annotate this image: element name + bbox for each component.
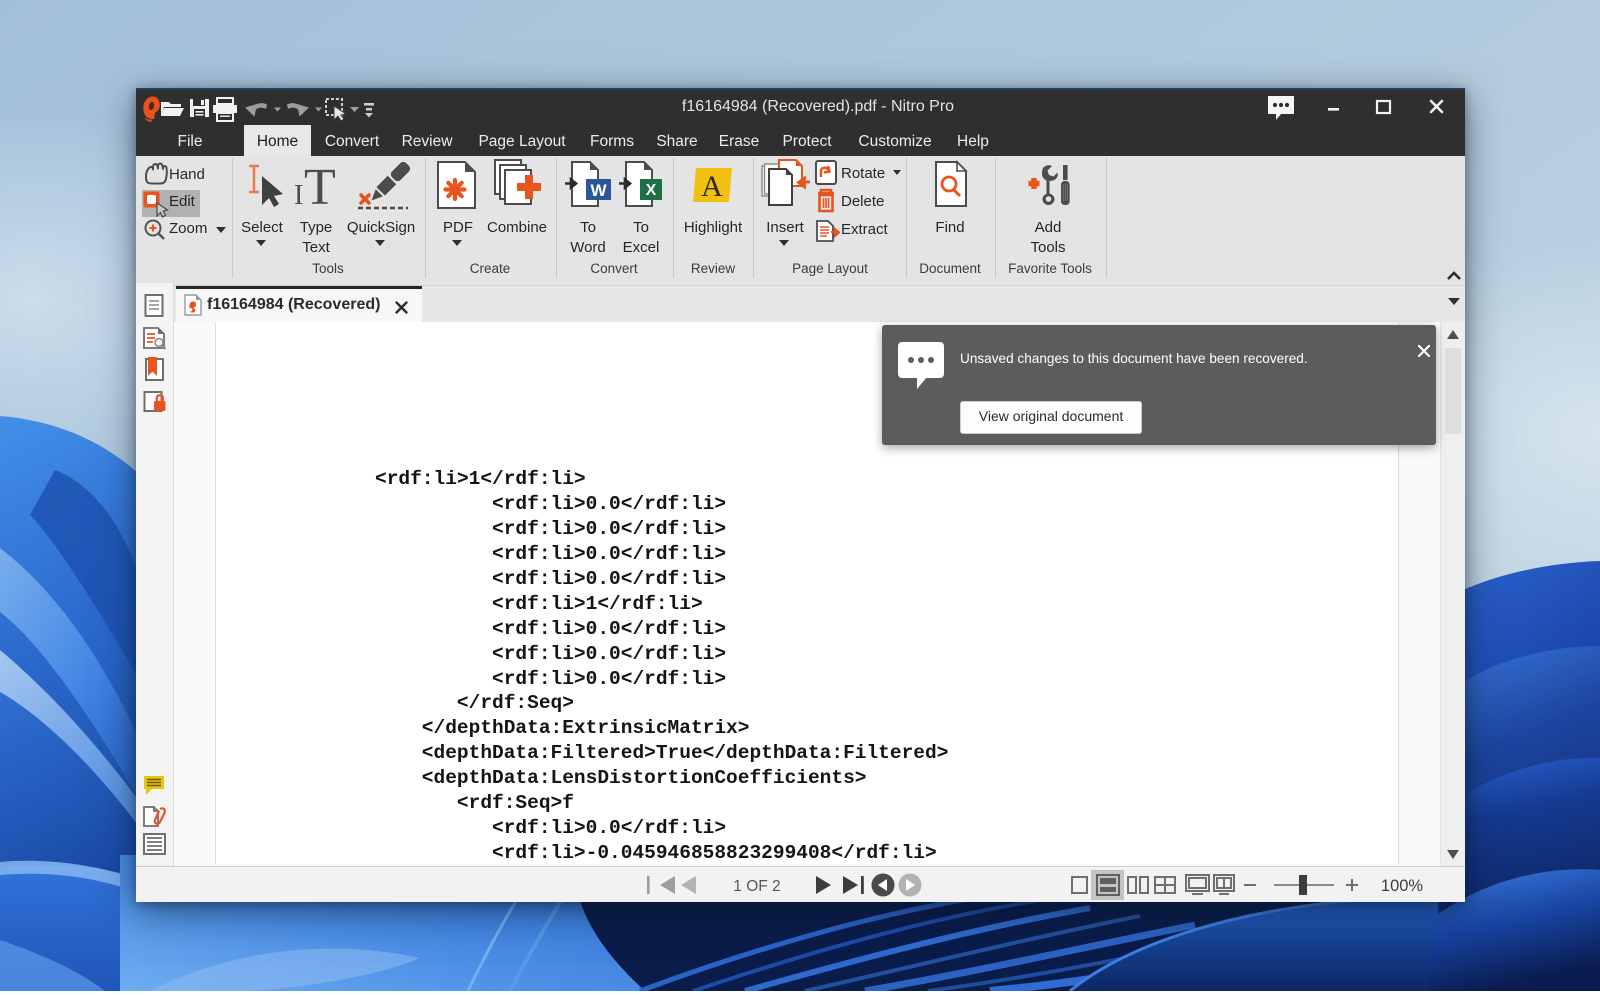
svg-text:I: I (294, 180, 303, 210)
svg-text:X: X (646, 182, 657, 199)
svg-text:1 OF 2: 1 OF 2 (733, 878, 780, 895)
svg-text:T: T (304, 160, 336, 210)
svg-text:A: A (701, 170, 723, 203)
svg-text:100%: 100% (1381, 877, 1424, 895)
svg-text:W: W (590, 181, 607, 200)
